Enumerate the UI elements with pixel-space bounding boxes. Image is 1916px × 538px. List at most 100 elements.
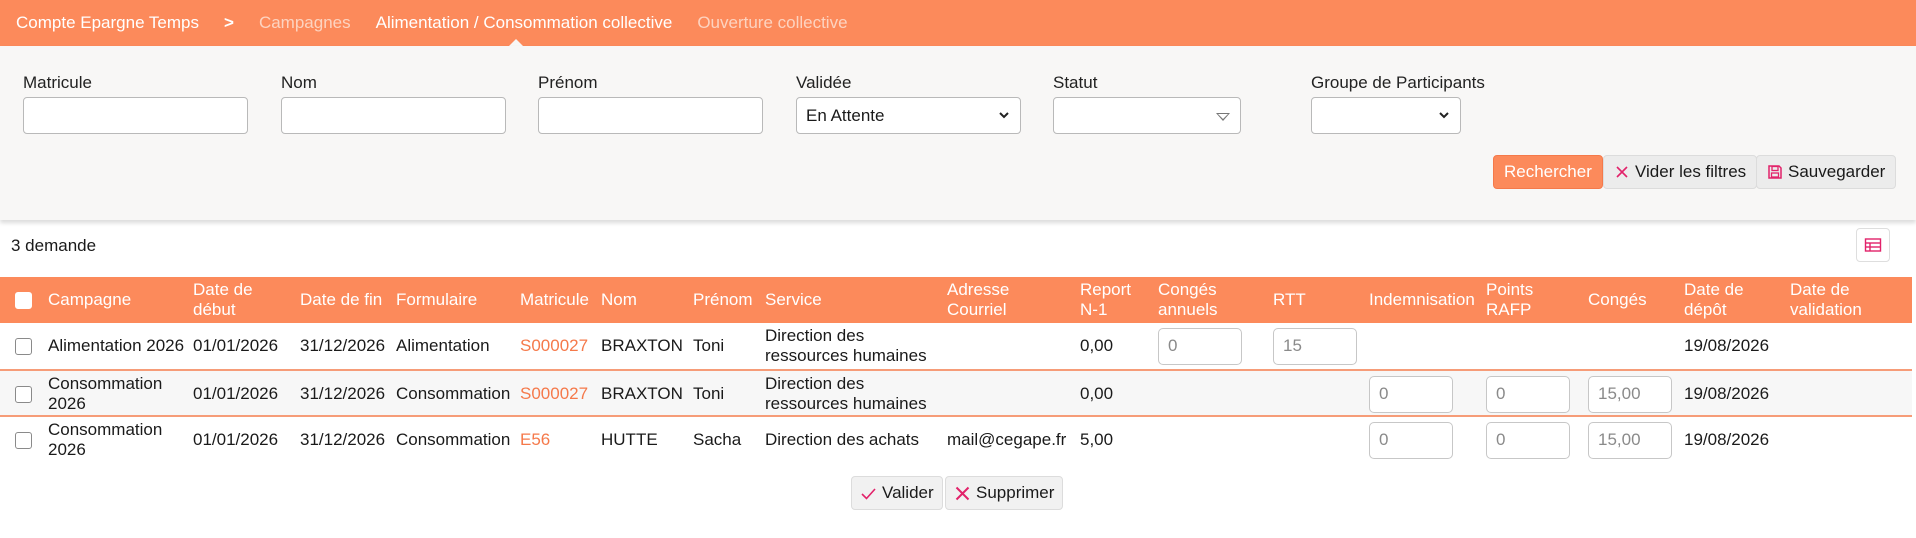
- header-courriel[interactable]: Adresse Courriel: [947, 277, 1037, 323]
- table-view-toggle[interactable]: [1856, 228, 1890, 262]
- cell-service: Direction des achats: [765, 430, 920, 449]
- cell-nom: HUTTE: [601, 430, 658, 449]
- cell-matricule-link[interactable]: E56: [520, 417, 550, 463]
- filter-groupe-label: Groupe de Participants: [1311, 73, 1485, 92]
- header-date-fin[interactable]: Date de fin: [300, 277, 395, 323]
- row-select-cell: [15, 323, 32, 369]
- header-date-validation[interactable]: Date de validation: [1790, 277, 1900, 323]
- row-select-cell: [15, 417, 32, 463]
- dropdown-triangle-icon: [1216, 113, 1230, 121]
- prenom-input[interactable]: [538, 97, 763, 134]
- select-all-checkbox[interactable]: [15, 291, 32, 309]
- nav-campagnes[interactable]: Campagnes: [259, 13, 351, 33]
- rtt-input[interactable]: 15: [1273, 327, 1357, 365]
- nav-alimentation-consommation[interactable]: Alimentation / Consommation collective: [376, 13, 673, 33]
- chevron-down-icon: [999, 112, 1009, 119]
- matricule-input[interactable]: [23, 97, 248, 134]
- header-conges-annuels[interactable]: Congés annuels: [1158, 277, 1243, 323]
- cell-report: 0,00: [1080, 384, 1114, 403]
- filter-statut-label: Statut: [1053, 73, 1098, 92]
- cell-formulaire: Alimentation: [396, 336, 490, 355]
- header-rtt[interactable]: RTT: [1273, 277, 1333, 323]
- cell-conges: 15,00: [1588, 417, 1672, 463]
- nom-input[interactable]: [281, 97, 506, 134]
- header-formulaire[interactable]: Formulaire: [396, 277, 511, 323]
- filter-prenom-label: Prénom: [538, 73, 598, 92]
- chevron-down-icon: [1439, 112, 1449, 119]
- cell-matricule-link[interactable]: S000027: [520, 371, 588, 417]
- points-rafp-input[interactable]: 0: [1486, 421, 1570, 459]
- cell-date-fin: 31/12/2026: [300, 384, 386, 403]
- validate-button[interactable]: Valider: [851, 476, 943, 510]
- header-matricule[interactable]: Matricule: [520, 277, 598, 323]
- points-rafp-input[interactable]: 0: [1486, 375, 1570, 413]
- statut-dropdown[interactable]: [1053, 97, 1241, 134]
- cell-points-rafp: 0: [1486, 417, 1570, 463]
- cell-campagne: Consommation 2026: [48, 420, 163, 459]
- conges-input[interactable]: 15,00: [1588, 375, 1672, 413]
- cell-matricule-link[interactable]: S000027: [520, 323, 588, 369]
- row-checkbox[interactable]: [15, 337, 32, 355]
- row-select-cell: [15, 371, 32, 417]
- cell-date-depot: 19/08/2026: [1684, 430, 1770, 449]
- cell-date-depot: 19/08/2026: [1684, 336, 1770, 355]
- cell-date-debut: 01/01/2026: [193, 336, 279, 355]
- header-report[interactable]: Report N-1: [1080, 277, 1142, 323]
- delete-button[interactable]: Supprimer: [945, 476, 1064, 510]
- cell-report: 5,00: [1080, 430, 1114, 449]
- header-service[interactable]: Service: [765, 277, 940, 323]
- indemnisation-input[interactable]: 0: [1369, 375, 1453, 413]
- save-button[interactable]: Sauvegarder: [1756, 155, 1897, 189]
- cell-campagne: Alimentation 2026: [48, 336, 185, 355]
- table-header: Campagne Date de début Date de fin Formu…: [0, 277, 1912, 323]
- nav-separator: >: [224, 13, 234, 32]
- nav-ouverture-collective[interactable]: Ouverture collective: [697, 13, 847, 33]
- clear-filters-button[interactable]: Vider les filtres: [1603, 155, 1758, 189]
- cell-prenom: Toni: [693, 384, 725, 403]
- row-checkbox[interactable]: [15, 431, 32, 449]
- search-button-label: Rechercher: [1504, 162, 1592, 181]
- cell-rtt: 15: [1273, 323, 1357, 369]
- filter-matricule: Matricule: [23, 73, 248, 134]
- cell-nom: BRAXTON: [601, 384, 683, 403]
- validee-select-value: En Attente: [806, 105, 885, 125]
- validee-select[interactable]: En Attente: [796, 97, 1021, 134]
- cell-prenom: Toni: [693, 336, 725, 355]
- filter-groupe: Groupe de Participants: [1311, 73, 1485, 134]
- cell-campagne: Consommation 2026: [48, 374, 163, 413]
- cell-nom: BRAXTON: [601, 336, 683, 355]
- filter-matricule-label: Matricule: [23, 73, 92, 92]
- cell-indemnisation: 0: [1369, 371, 1453, 417]
- cell-date-depot: 19/08/2026: [1684, 384, 1770, 403]
- requests-table: Campagne Date de début Date de fin Formu…: [0, 277, 1912, 461]
- cell-date-debut: 01/01/2026: [193, 430, 279, 449]
- table-row: Consommation 2026 01/01/2026 31/12/2026 …: [0, 369, 1912, 415]
- cell-conges-annuels: 0: [1158, 323, 1242, 369]
- groupe-select[interactable]: [1311, 97, 1461, 134]
- table-row: Alimentation 2026 01/01/2026 31/12/2026 …: [0, 323, 1912, 369]
- cell-indemnisation: 0: [1369, 417, 1453, 463]
- cell-report: 0,00: [1080, 336, 1114, 355]
- nav-compte-epargne-temps[interactable]: Compte Epargne Temps: [16, 13, 199, 33]
- header-points-rafp[interactable]: Points RAFP: [1486, 277, 1556, 323]
- close-icon: [955, 486, 970, 500]
- filter-prenom: Prénom: [538, 73, 763, 134]
- select-all-cell: [15, 277, 32, 323]
- filter-nom-label: Nom: [281, 73, 317, 92]
- header-date-debut[interactable]: Date de début: [193, 277, 288, 323]
- row-checkbox[interactable]: [15, 385, 32, 403]
- conges-annuels-input[interactable]: 0: [1158, 327, 1242, 365]
- search-button[interactable]: Rechercher: [1493, 155, 1603, 189]
- indemnisation-input[interactable]: 0: [1369, 421, 1453, 459]
- conges-input[interactable]: 15,00: [1588, 421, 1672, 459]
- cell-conges: 15,00: [1588, 371, 1672, 417]
- header-nom[interactable]: Nom: [601, 277, 686, 323]
- checkmark-icon: [861, 487, 876, 500]
- header-campagne[interactable]: Campagne: [48, 277, 188, 323]
- header-date-depot[interactable]: Date de dépôt: [1684, 277, 1774, 323]
- table-row: Consommation 2026 01/01/2026 31/12/2026 …: [0, 415, 1912, 461]
- save-button-label: Sauvegarder: [1788, 162, 1886, 181]
- header-prenom[interactable]: Prénom: [693, 277, 763, 323]
- header-indemnisation[interactable]: Indemnisation: [1369, 277, 1487, 323]
- header-conges[interactable]: Congés: [1588, 277, 1658, 323]
